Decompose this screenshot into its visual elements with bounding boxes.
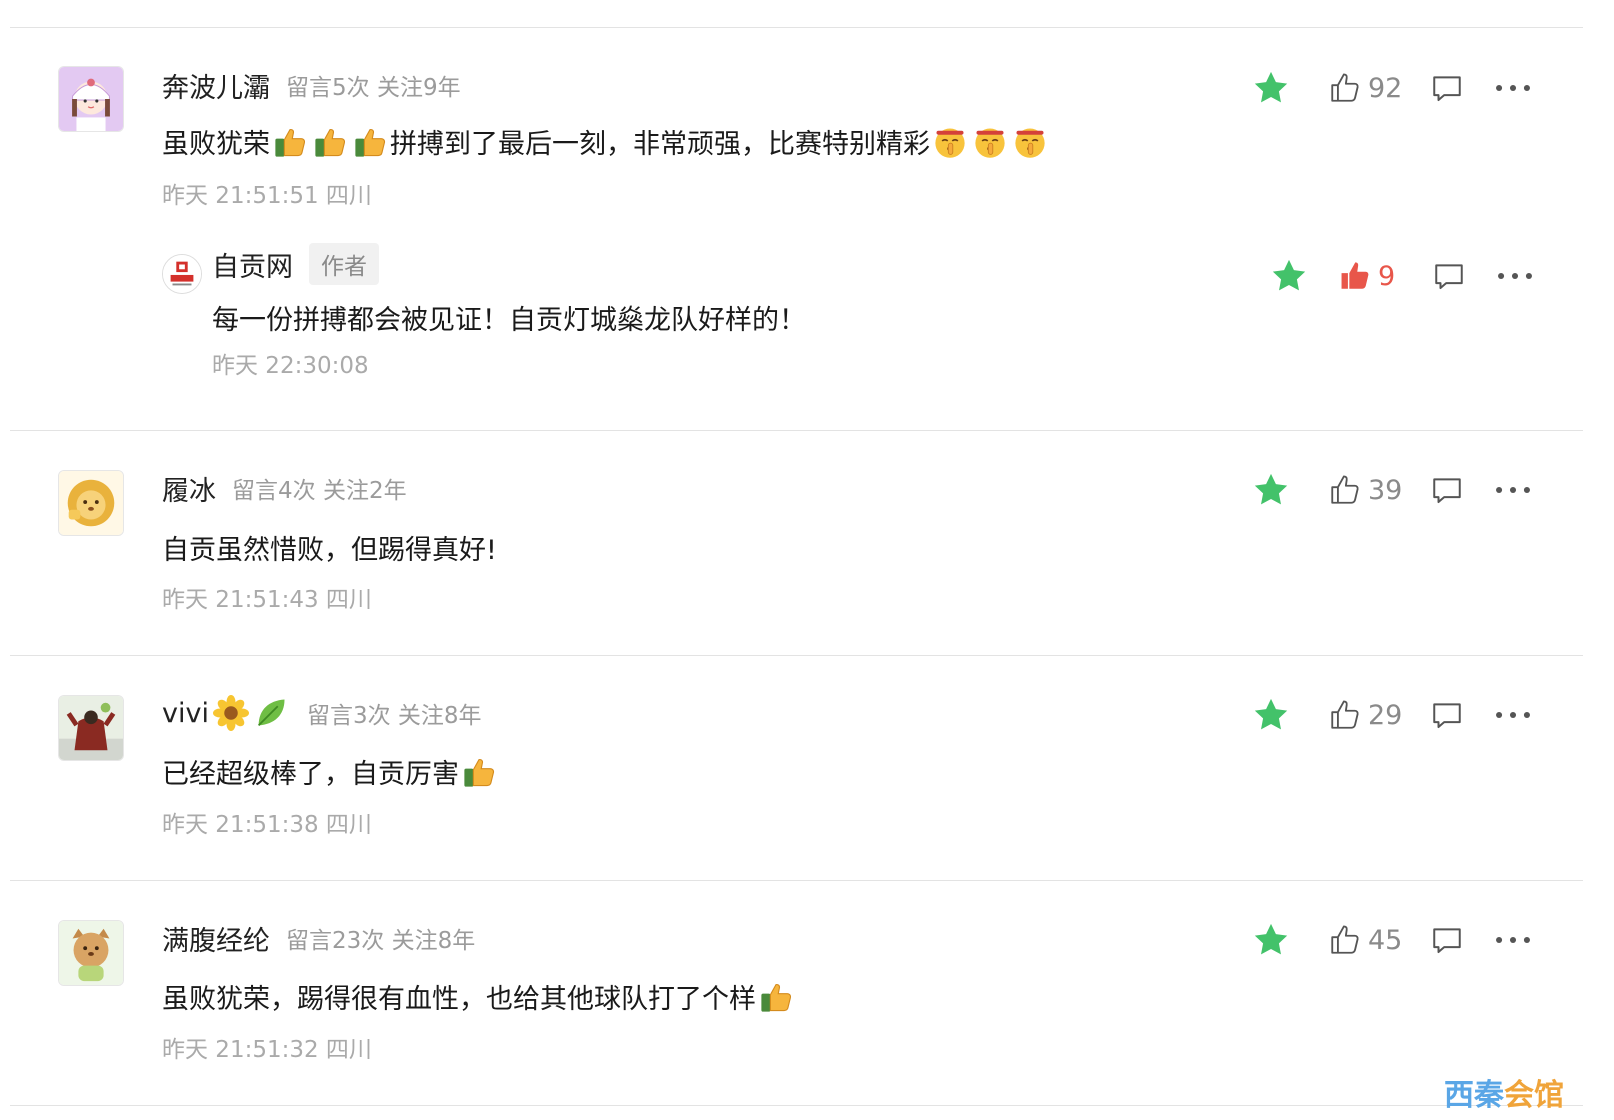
star-icon[interactable] <box>1252 471 1290 509</box>
comment-divider <box>10 880 1583 881</box>
name-row: 履冰 留言4次 关注2年 <box>162 468 407 508</box>
thumbs-up-emoji-icon <box>272 124 308 160</box>
thumbs-up-emoji-icon <box>352 124 388 160</box>
reply-text: 每一份拼搏都会被见证！自贡灯城燊龙队好样的！ <box>212 305 806 336</box>
comment-text-part: 已经超级棒了，自贡厉害 <box>162 759 459 790</box>
reply-icon[interactable] <box>1430 71 1464 105</box>
reply-nickname[interactable]: 自贡网 <box>212 245 293 284</box>
comment-text: 虽败犹荣 拼搏到了最后一刻，非常顽强，比赛特别精彩 <box>162 122 1050 161</box>
star-icon[interactable] <box>1252 696 1290 734</box>
more-options-icon[interactable] <box>1494 698 1532 732</box>
comment-actions: 39 <box>1252 468 1532 512</box>
like-button[interactable]: 29 <box>1328 698 1404 732</box>
more-options-icon[interactable] <box>1494 923 1532 957</box>
like-count: 29 <box>1368 699 1403 731</box>
thumbs-up-icon <box>1328 71 1362 105</box>
sunflower-emoji-icon <box>213 695 249 731</box>
like-count: 92 <box>1368 72 1403 104</box>
watermark: 西秦会馆 <box>1444 1070 1564 1114</box>
user-meta: 留言23次 关注8年 <box>286 928 476 954</box>
comment-actions: 92 <box>1252 66 1532 110</box>
more-options-icon[interactable] <box>1494 473 1532 507</box>
nickname[interactable]: 满腹经纶 <box>162 919 270 958</box>
thumbs-up-emoji-icon <box>758 979 794 1015</box>
leaf-emoji-icon <box>253 695 289 731</box>
comment-time: 昨天 21:51:43 四川 <box>162 587 372 613</box>
like-count: 45 <box>1368 924 1403 956</box>
like-count: 39 <box>1368 474 1403 506</box>
girl-avatar-icon[interactable] <box>58 66 124 132</box>
comment-actions: 45 <box>1252 918 1532 962</box>
comment-text-part: 虽败犹荣，踢得很有血性，也给其他球队打了个样 <box>162 984 756 1015</box>
bottom-divider <box>10 1105 1583 1106</box>
comment-time: 昨天 21:51:32 四川 <box>162 1037 372 1063</box>
reply-icon[interactable] <box>1432 259 1466 293</box>
reply-actions: 9 <box>1270 254 1534 298</box>
star-icon[interactable] <box>1270 257 1308 295</box>
comment-actions: 29 <box>1252 693 1532 737</box>
zigong-logo-icon[interactable] <box>162 254 202 294</box>
watermark-part: 西秦 <box>1444 1078 1504 1113</box>
user-meta: 留言5次 关注9年 <box>286 75 461 101</box>
nickname[interactable]: vivi <box>162 698 209 729</box>
like-button[interactable]: 39 <box>1328 473 1404 507</box>
comment-text: 自贡虽然惜败，但踢得真好! <box>162 535 497 566</box>
photo-avatar-icon[interactable] <box>58 695 124 761</box>
comment-text-part: 拼搏到了最后一刻，非常顽强，比赛特别精彩 <box>390 129 930 160</box>
name-row: 满腹经纶 留言23次 关注8年 <box>162 918 475 958</box>
comment-text: 虽败犹荣，踢得很有血性，也给其他球队打了个样 <box>162 977 796 1016</box>
comment-time: 昨天 21:51:51 四川 <box>162 183 372 209</box>
reply-icon[interactable] <box>1430 473 1464 507</box>
thumbs-up-filled-icon <box>1338 259 1372 293</box>
thumbs-up-icon <box>1328 923 1362 957</box>
like-button[interactable]: 9 <box>1338 259 1414 293</box>
shushing-face-emoji-icon <box>972 124 1008 160</box>
star-icon[interactable] <box>1252 921 1290 959</box>
reply-icon[interactable] <box>1430 698 1464 732</box>
comment-divider <box>10 430 1583 431</box>
like-button[interactable]: 45 <box>1328 923 1404 957</box>
top-divider <box>10 27 1583 28</box>
watermark-part: 会馆 <box>1504 1078 1564 1113</box>
cat-avatar-icon[interactable] <box>58 920 124 986</box>
reply-time: 昨天 22:30:08 <box>212 353 369 379</box>
more-options-icon[interactable] <box>1496 259 1534 293</box>
reply-icon[interactable] <box>1430 923 1464 957</box>
thumbs-up-emoji-icon <box>461 754 497 790</box>
more-options-icon[interactable] <box>1494 71 1532 105</box>
shushing-face-emoji-icon <box>1012 124 1048 160</box>
like-button[interactable]: 92 <box>1328 71 1404 105</box>
lion-avatar-icon[interactable] <box>58 470 124 536</box>
reply-name-row: 自贡网 作者 <box>212 243 379 285</box>
thumbs-up-icon <box>1328 473 1362 507</box>
nickname[interactable]: 奔波儿灞 <box>162 66 270 105</box>
like-count: 9 <box>1378 260 1396 292</box>
name-row: 奔波儿灞 留言5次 关注9年 <box>162 65 461 105</box>
comment-text: 已经超级棒了，自贡厉害 <box>162 752 499 791</box>
user-meta: 留言4次 关注2年 <box>232 478 407 504</box>
comment-time: 昨天 21:51:38 四川 <box>162 812 372 838</box>
thumbs-up-emoji-icon <box>312 124 348 160</box>
shushing-face-emoji-icon <box>932 124 968 160</box>
nickname[interactable]: 履冰 <box>162 469 216 508</box>
user-meta: 留言3次 关注8年 <box>306 703 482 729</box>
comment-text-part: 虽败犹荣 <box>162 129 270 160</box>
author-badge: 作者 <box>309 243 379 285</box>
comment-divider <box>10 655 1583 656</box>
thumbs-up-icon <box>1328 698 1362 732</box>
star-icon[interactable] <box>1252 69 1290 107</box>
name-row: vivi 留言3次 关注8年 <box>162 693 482 733</box>
